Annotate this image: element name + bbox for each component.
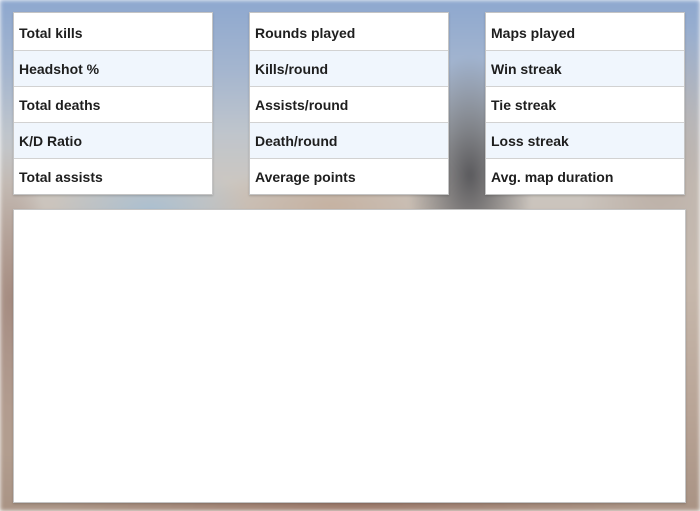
- stat-row-assists-per-round: Assists/round: [250, 86, 448, 122]
- round-stats-card: Rounds played Kills/round Assists/round …: [249, 12, 449, 195]
- stat-row-total-kills: Total kills: [19, 25, 83, 41]
- stat-row-rounds-played: Rounds played: [255, 25, 356, 41]
- stat-row-maps-played: Maps played: [491, 25, 576, 41]
- stat-row-total-assists: Total assists: [14, 158, 212, 194]
- map-stats-card: Maps played Win streak Tie streak Loss s…: [485, 12, 685, 195]
- stat-row-headshot-percent: Headshot %: [14, 50, 212, 86]
- stat-row-loss-streak: Loss streak: [486, 122, 684, 158]
- stat-row-deaths-per-round: Death/round: [250, 122, 448, 158]
- stat-row-win-streak: Win streak: [486, 50, 684, 86]
- combat-stats-card: Total kills Headshot % Total deaths K/D …: [13, 12, 213, 195]
- stat-row-kills-per-round: Kills/round: [250, 50, 448, 86]
- stat-row-average-points: Average points: [250, 158, 448, 194]
- stat-row-total-deaths: Total deaths: [14, 86, 212, 122]
- stat-row-kd-ratio: K/D Ratio: [14, 122, 212, 158]
- content-panel: [13, 209, 686, 503]
- stat-row-tie-streak: Tie streak: [486, 86, 684, 122]
- stat-row-avg-map-duration: Avg. map duration: [486, 158, 684, 194]
